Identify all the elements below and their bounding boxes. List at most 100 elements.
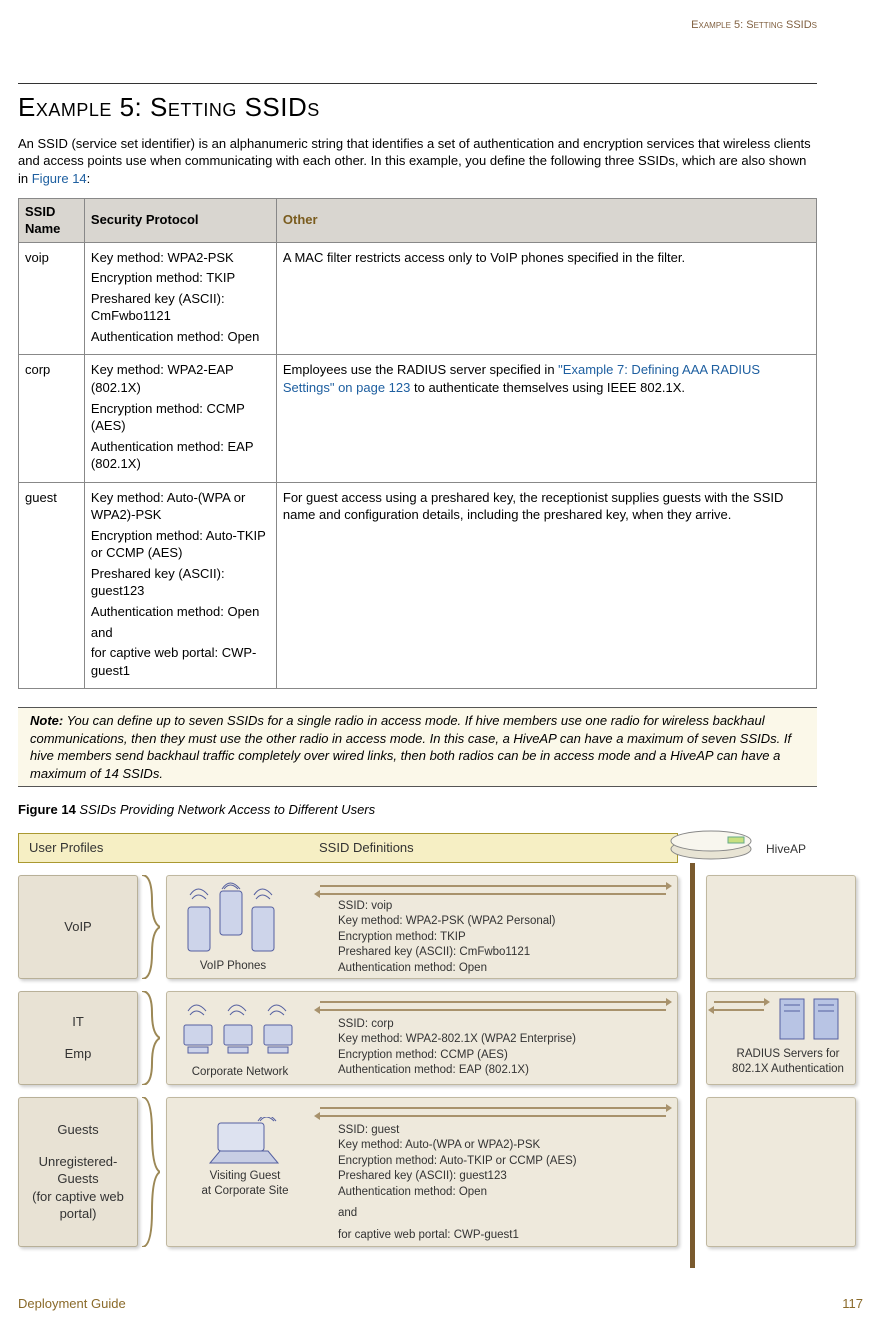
cell-sec: Key method: WPA2-EAP (802.1X) Encryption… [84, 355, 276, 482]
figure-diagram: User Profiles SSID Definitions HiveAP Vo… [18, 833, 863, 1283]
ssid-line: Encryption method: TKIP [338, 930, 556, 946]
intro-after: : [87, 171, 91, 186]
ssid-line: SSID: voip [338, 899, 556, 915]
cell-name: voip [19, 242, 85, 355]
profile-corp: IT Emp [18, 991, 138, 1085]
ssid-line: SSID: guest [338, 1123, 577, 1139]
cell-other: For guest access using a preshared key, … [276, 482, 816, 688]
cell-name: corp [19, 355, 85, 482]
arrow-icon [714, 1001, 764, 1003]
sec-line: Key method: WPA2-PSK [91, 249, 270, 267]
running-header: Example 5: Setting SSIDs [18, 18, 817, 33]
cell-other: A MAC filter restricts access only to Vo… [276, 242, 816, 355]
corporate-network-label: Corporate Network [180, 1065, 300, 1081]
radius-server-icon [774, 993, 844, 1043]
header-ssid-defs: SSID Definitions [319, 839, 414, 857]
profile-it-label: IT [19, 1013, 137, 1031]
ssid-guest-text: SSID: guest Key method: Auto-(WPA or WPA… [338, 1123, 577, 1244]
ssid-line: Authentication method: EAP (802.1X) [338, 1063, 576, 1079]
vbar [690, 863, 695, 1268]
sec-line: Key method: WPA2-EAP (802.1X) [91, 361, 270, 396]
rule [18, 83, 817, 84]
note-text: You can define up to seven SSIDs for a s… [30, 713, 791, 781]
note-label: Note: [30, 713, 63, 728]
other-pre: Employees use the RADIUS server specifie… [283, 362, 558, 377]
arrow-icon [320, 885, 666, 887]
ssid-line: Preshared key (ASCII): guest123 [338, 1169, 577, 1185]
page-title: Example 5: Setting SSIDs [18, 90, 817, 125]
brace-icon [140, 875, 160, 979]
th-ssid: SSID Name [19, 198, 85, 242]
profile-voip-label: VoIP [19, 918, 137, 936]
table-row: guest Key method: Auto-(WPA or WPA2)-PSK… [19, 482, 817, 688]
sec-line: for captive web portal: CWP-guest1 [91, 644, 270, 679]
th-other: Other [276, 198, 816, 242]
table-row: corp Key method: WPA2-EAP (802.1X) Encry… [19, 355, 817, 482]
arrow-icon [320, 1009, 666, 1011]
ssid-line: and [338, 1206, 577, 1222]
diagram-header-bar: User Profiles SSID Definitions [18, 833, 678, 863]
ssid-line: Encryption method: Auto-TKIP or CCMP (AE… [338, 1154, 577, 1170]
ssid-line: SSID: corp [338, 1017, 576, 1033]
cell-name: guest [19, 482, 85, 688]
hiveap-icon [666, 815, 756, 863]
arrow-icon [320, 893, 666, 895]
hiveap-label: HiveAP [766, 841, 806, 857]
voip-phones-label: VoIP Phones [188, 959, 278, 975]
ssid-line: Key method: WPA2-PSK (WPA2 Personal) [338, 914, 556, 930]
arrow-icon [320, 1107, 666, 1109]
sec-line: Preshared key (ASCII): guest123 [91, 565, 270, 600]
voip-phones-icon [178, 881, 288, 957]
cell-sec: Key method: Auto-(WPA or WPA2)-PSK Encry… [84, 482, 276, 688]
right-box-voip [706, 875, 856, 979]
footer-page: 117 [842, 1295, 863, 1313]
sec-line: Encryption method: Auto-TKIP or CCMP (AE… [91, 527, 270, 562]
profile-emp-label: Emp [19, 1045, 137, 1063]
profile-unreg-label: Unregistered-Guests (for captive web por… [23, 1153, 133, 1223]
sec-line: Encryption method: TKIP [91, 269, 270, 287]
brace-icon [140, 991, 160, 1085]
sec-line: Authentication method: EAP (802.1X) [91, 438, 270, 473]
profile-voip: VoIP [18, 875, 138, 979]
arrow-icon [714, 1009, 764, 1011]
cell-sec: Key method: WPA2-PSK Encryption method: … [84, 242, 276, 355]
figure-link[interactable]: Figure 14 [32, 171, 87, 186]
arrow-icon [320, 1001, 666, 1003]
ssid-line: Encryption method: CCMP (AES) [338, 1048, 576, 1064]
ssid-line: Authentication method: Open [338, 1185, 577, 1201]
ssid-line: Key method: Auto-(WPA or WPA2)-PSK [338, 1138, 577, 1154]
intro-paragraph: An SSID (service set identifier) is an a… [18, 135, 817, 188]
ssid-voip-text: SSID: voip Key method: WPA2-PSK (WPA2 Pe… [338, 899, 556, 977]
header-user-profiles: User Profiles [29, 839, 103, 857]
guest-laptop-icon [204, 1117, 284, 1167]
guest-line1: Visiting Guest [180, 1169, 310, 1185]
corporate-network-icon [178, 997, 298, 1061]
sec-line: Preshared key (ASCII): CmFwbo1121 [91, 290, 270, 325]
ssid-table: SSID Name Security Protocol Other voip K… [18, 198, 817, 690]
figure-title: SSIDs Providing Network Access to Differ… [76, 802, 375, 817]
sec-line: Encryption method: CCMP (AES) [91, 400, 270, 435]
other-post: to authenticate themselves using IEEE 80… [410, 380, 685, 395]
arrow-icon [320, 1115, 666, 1117]
note-box: Note: You can define up to seven SSIDs f… [18, 707, 817, 787]
footer-left: Deployment Guide [18, 1295, 126, 1313]
ssid-line: Preshared key (ASCII): CmFwbo1121 [338, 945, 556, 961]
footer: Deployment Guide 117 [18, 1295, 863, 1313]
sec-line: and [91, 624, 270, 642]
table-row: voip Key method: WPA2-PSK Encryption met… [19, 242, 817, 355]
visiting-guest-label: Visiting Guest at Corporate Site [180, 1169, 310, 1200]
profile-guests-label: Guests [23, 1121, 133, 1139]
right-box-guest [706, 1097, 856, 1247]
radius-label: RADIUS Servers for 802.1X Authentication [718, 1047, 858, 1078]
sec-line: Key method: Auto-(WPA or WPA2)-PSK [91, 489, 270, 524]
ssid-corp-text: SSID: corp Key method: WPA2-802.1X (WPA2… [338, 1017, 576, 1079]
sec-line: Authentication method: Open [91, 603, 270, 621]
figure-number: Figure 14 [18, 802, 76, 817]
ssid-line: Key method: WPA2-802.1X (WPA2 Enterprise… [338, 1032, 576, 1048]
ssid-line: Authentication method: Open [338, 961, 556, 977]
intro-text: An SSID (service set identifier) is an a… [18, 136, 811, 186]
th-security: Security Protocol [84, 198, 276, 242]
cell-other: Employees use the RADIUS server specifie… [276, 355, 816, 482]
brace-icon [140, 1097, 160, 1247]
guest-line2: at Corporate Site [180, 1184, 310, 1200]
